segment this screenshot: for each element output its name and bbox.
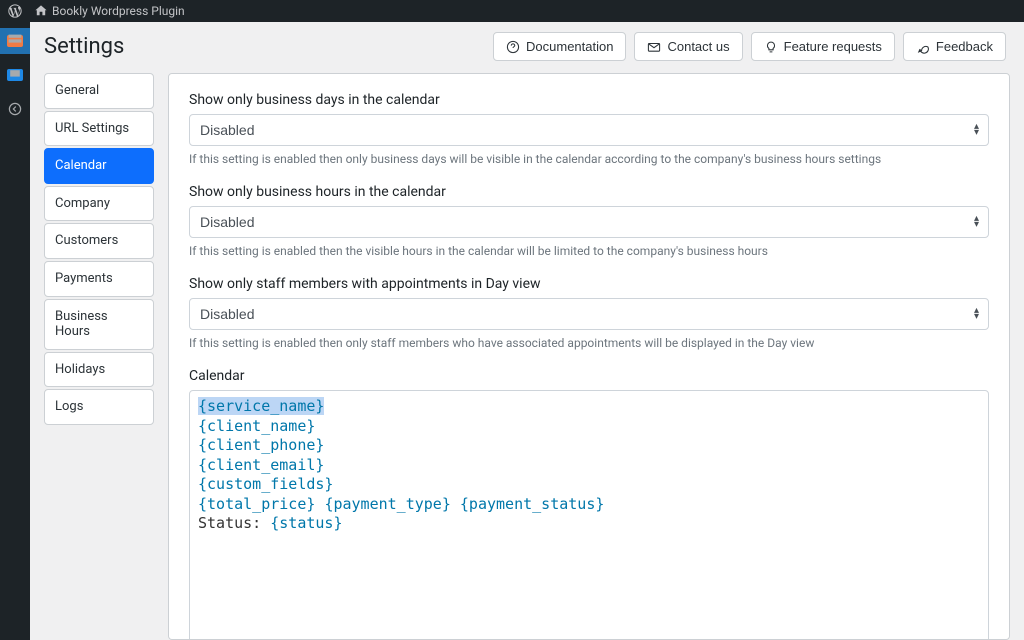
bookly-icon	[7, 35, 23, 47]
tab-customers[interactable]: Customers	[44, 223, 154, 259]
label-staff-day: Show only staff members with appointment…	[189, 276, 989, 292]
tab-business-hours[interactable]: Business Hours	[44, 299, 154, 350]
feature-requests-button[interactable]: Feature requests	[751, 32, 895, 61]
label-calendar-template: Calendar	[189, 368, 989, 384]
select-business-hours[interactable]: Disabled	[189, 206, 989, 238]
contact-button[interactable]: Contact us	[634, 32, 742, 61]
home-icon	[34, 4, 48, 18]
site-link[interactable]: Bookly Wordpress Plugin	[34, 4, 185, 18]
settings-tabs: GeneralURL SettingsCalendarCompanyCustom…	[44, 73, 154, 640]
chat-icon	[916, 40, 930, 54]
wp-logo-link[interactable]	[8, 4, 22, 18]
settings-panel: Show only business days in the calendar …	[168, 73, 1010, 640]
tab-logs[interactable]: Logs	[44, 389, 154, 425]
documentation-button[interactable]: Documentation	[493, 32, 626, 61]
help-business-days: If this setting is enabled then only bus…	[189, 152, 989, 166]
mail-icon	[647, 40, 661, 54]
tab-holidays[interactable]: Holidays	[44, 352, 154, 388]
wp-admin-bar: Bookly Wordpress Plugin	[0, 0, 1024, 22]
page-title: Settings	[44, 34, 493, 59]
feedback-button[interactable]: Feedback	[903, 32, 1006, 61]
sidebar-item-bookly[interactable]	[0, 28, 30, 54]
select-business-days[interactable]: Disabled	[189, 114, 989, 146]
lightbulb-icon	[764, 40, 778, 54]
help-staff-day: If this setting is enabled then only sta…	[189, 336, 989, 350]
tab-url-settings[interactable]: URL Settings	[44, 111, 154, 147]
textarea-calendar-template[interactable]: {service_name} {client_name} {client_pho…	[189, 390, 989, 640]
tab-general[interactable]: General	[44, 73, 154, 109]
collapse-icon	[7, 101, 23, 117]
select-staff-day[interactable]: Disabled	[189, 298, 989, 330]
help-business-hours: If this setting is enabled then the visi…	[189, 244, 989, 258]
label-business-hours: Show only business hours in the calendar	[189, 184, 989, 200]
box-icon	[7, 69, 23, 81]
help-circle-icon	[506, 40, 520, 54]
site-name: Bookly Wordpress Plugin	[52, 4, 185, 18]
tab-payments[interactable]: Payments	[44, 261, 154, 297]
wordpress-icon	[8, 4, 22, 18]
wp-admin-sidebar	[0, 22, 30, 640]
label-business-days: Show only business days in the calendar	[189, 92, 989, 108]
tab-company[interactable]: Company	[44, 186, 154, 222]
sidebar-item-secondary[interactable]	[0, 62, 30, 88]
tab-calendar[interactable]: Calendar	[44, 148, 154, 184]
sidebar-item-collapse[interactable]	[0, 96, 30, 122]
